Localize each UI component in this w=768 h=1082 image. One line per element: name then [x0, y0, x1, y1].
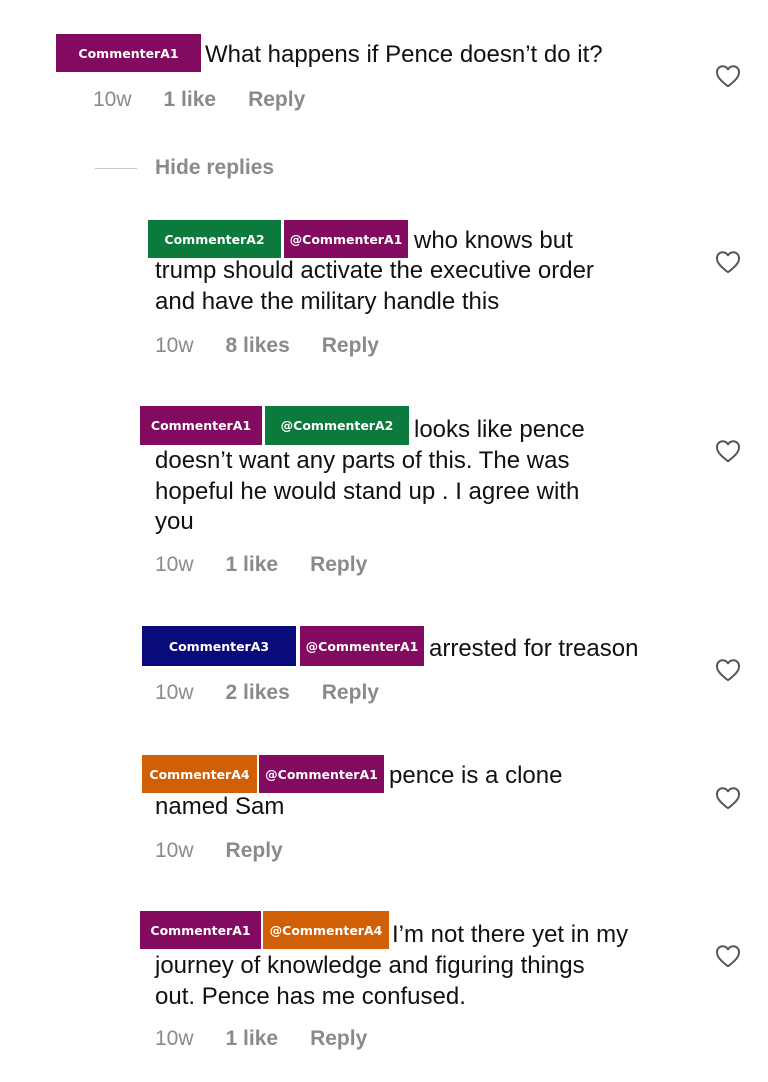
mention-badge[interactable]: @CommenterA1	[300, 626, 424, 666]
reply-age: 10w	[155, 553, 194, 576]
reply-text-first-line: looks like pence	[414, 416, 585, 443]
hide-replies-label[interactable]: Hide replies	[155, 156, 274, 180]
like-count[interactable]: 1 like	[226, 553, 279, 577]
divider	[95, 167, 137, 169]
like-count[interactable]: 8 likes	[226, 334, 290, 358]
reply-text-first-line: arrested for treason	[429, 635, 639, 662]
reply-age: 10w	[155, 1027, 194, 1050]
commenter-name-badge[interactable]: CommenterA2	[148, 220, 281, 258]
commenter-name-badge[interactable]: CommenterA1	[140, 406, 262, 445]
reply-meta: 10w 1 like Reply	[155, 1027, 367, 1051]
reply-age: 10w	[155, 839, 194, 862]
reply-text: trump should activate the executive orde…	[155, 257, 594, 315]
heart-outline-icon[interactable]	[715, 786, 741, 810]
heart-outline-icon[interactable]	[715, 250, 741, 274]
reply-button[interactable]: Reply	[322, 681, 379, 705]
heart-outline-icon[interactable]	[715, 64, 741, 88]
reply-button[interactable]: Reply	[322, 334, 379, 358]
like-count[interactable]: 1 like	[226, 1027, 279, 1051]
heart-outline-icon[interactable]	[715, 658, 741, 682]
heart-outline-icon[interactable]	[715, 944, 741, 968]
like-count[interactable]: 2 likes	[226, 681, 290, 705]
comment-meta: 10w 1 like Reply	[93, 88, 305, 112]
reply-meta: 10w Reply	[155, 839, 283, 863]
commenter-name-badge[interactable]: CommenterA3	[142, 626, 296, 666]
reply-text-first-line: pence is a clone	[389, 762, 563, 789]
mention-badge[interactable]: @CommenterA2	[265, 406, 409, 445]
reply-age: 10w	[155, 334, 194, 357]
reply-meta: 10w 2 likes Reply	[155, 681, 379, 705]
reply-button[interactable]: Reply	[310, 1027, 367, 1051]
reply-button[interactable]: Reply	[248, 88, 305, 112]
hide-replies-toggle[interactable]: Hide replies	[95, 156, 274, 180]
reply-text-first-line: I’m not there yet in my	[392, 921, 629, 948]
reply-text: journey of knowledge and figuring things…	[155, 952, 585, 1010]
commenter-name-badge[interactable]: CommenterA1	[56, 34, 201, 72]
reply-meta: 10w 1 like Reply	[155, 553, 367, 577]
commenter-name-badge[interactable]: CommenterA1	[140, 911, 261, 949]
reply-text-first-line: who knows but	[414, 227, 573, 254]
mention-badge[interactable]: @CommenterA1	[284, 220, 408, 258]
comment-age: 10w	[93, 88, 132, 111]
reply-meta: 10w 8 likes Reply	[155, 334, 379, 358]
comment-text: What happens if Pence doesn’t do it?	[205, 41, 603, 68]
reply-age: 10w	[155, 681, 194, 704]
commenter-name-badge[interactable]: CommenterA4	[142, 755, 257, 793]
reply-button[interactable]: Reply	[310, 553, 367, 577]
heart-outline-icon[interactable]	[715, 439, 741, 463]
reply-text: named Sam	[155, 793, 285, 820]
like-count[interactable]: 1 like	[164, 88, 217, 112]
mention-badge[interactable]: @CommenterA4	[263, 911, 389, 949]
reply-text: doesn’t want any parts of this. The was …	[155, 447, 580, 535]
mention-badge[interactable]: @CommenterA1	[259, 755, 384, 793]
reply-button[interactable]: Reply	[226, 839, 283, 863]
